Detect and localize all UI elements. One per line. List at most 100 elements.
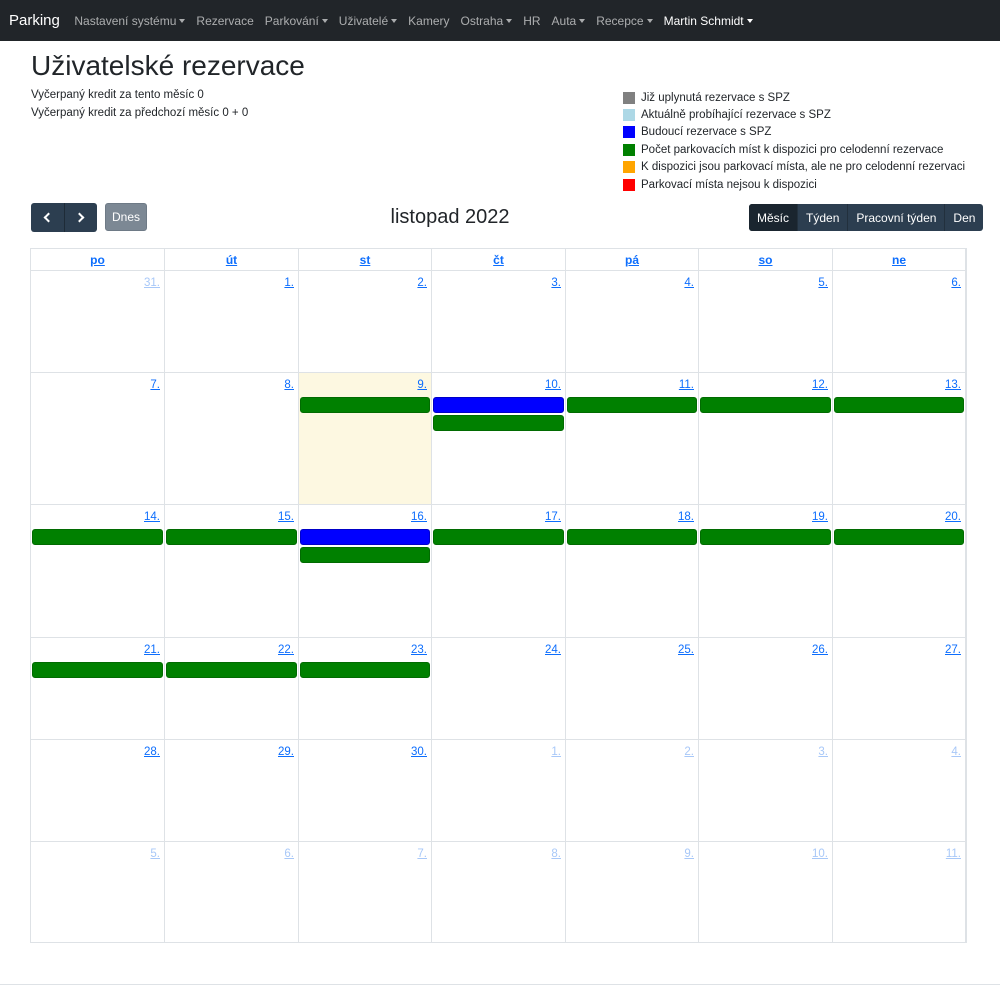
calendar-day[interactable]: 17. [432, 505, 566, 638]
nav-item-7[interactable]: Auta [546, 14, 591, 28]
day-number[interactable]: 22. [278, 644, 294, 656]
future-reservation-event[interactable] [300, 529, 430, 545]
day-number[interactable]: 28. [144, 746, 160, 758]
future-reservation-event[interactable] [433, 397, 564, 413]
calendar-day[interactable]: 26. [699, 638, 833, 740]
next-month-button[interactable] [63, 203, 98, 232]
day-number[interactable]: 3. [551, 277, 561, 289]
calendar-day[interactable]: 8. [432, 842, 566, 943]
calendar-day[interactable]: 10. [699, 842, 833, 943]
weekday-label[interactable]: ne [892, 253, 906, 267]
day-number[interactable]: 11. [946, 848, 961, 860]
day-number[interactable]: 9. [684, 848, 694, 860]
user-menu[interactable]: Martin Schmidt [658, 14, 758, 28]
calendar-day[interactable]: 15. [165, 505, 299, 638]
day-number[interactable]: 10. [812, 848, 828, 860]
day-number[interactable]: 7. [417, 848, 427, 860]
availability-event[interactable] [300, 397, 430, 413]
weekday-label[interactable]: so [758, 253, 772, 267]
availability-event[interactable] [834, 397, 964, 413]
nav-item-0[interactable]: Nastavení systému [69, 14, 191, 28]
day-number[interactable]: 5. [818, 277, 828, 289]
view-button-2[interactable]: Pracovní týden [847, 204, 944, 231]
day-number[interactable]: 30. [411, 746, 427, 758]
calendar-day[interactable]: 18. [566, 505, 699, 638]
calendar-day[interactable]: 6. [165, 842, 299, 943]
view-button-1[interactable]: Týden [797, 204, 847, 231]
today-button[interactable]: Dnes [105, 203, 147, 231]
calendar-day[interactable]: 3. [432, 271, 566, 373]
calendar-day[interactable]: 25. [566, 638, 699, 740]
availability-event[interactable] [300, 547, 430, 563]
availability-event[interactable] [433, 529, 564, 545]
prev-month-button[interactable] [31, 203, 64, 232]
calendar-day[interactable]: 1. [165, 271, 299, 373]
calendar-day[interactable]: 31. [31, 271, 165, 373]
day-number[interactable]: 29. [278, 746, 294, 758]
day-number[interactable]: 11. [679, 379, 694, 391]
calendar-day[interactable]: 1. [432, 740, 566, 842]
day-number[interactable]: 6. [951, 277, 961, 289]
brand-link[interactable]: Parking [9, 12, 60, 29]
day-number[interactable]: 25. [678, 644, 694, 656]
day-number[interactable]: 10. [545, 379, 561, 391]
calendar-day[interactable]: 6. [833, 271, 966, 373]
availability-event[interactable] [834, 529, 964, 545]
availability-event[interactable] [32, 529, 163, 545]
day-number[interactable]: 20. [945, 511, 961, 523]
calendar-day[interactable]: 21. [31, 638, 165, 740]
day-number[interactable]: 26. [812, 644, 828, 656]
day-number[interactable]: 2. [417, 277, 427, 289]
view-button-0[interactable]: Měsíc [749, 204, 798, 231]
nav-item-1[interactable]: Rezervace [191, 14, 259, 28]
calendar-day[interactable]: 16. [299, 505, 432, 638]
availability-event[interactable] [700, 397, 831, 413]
calendar-day[interactable]: 11. [833, 842, 966, 943]
day-number[interactable]: 27. [945, 644, 961, 656]
calendar-day[interactable]: 29. [165, 740, 299, 842]
calendar-day[interactable]: 4. [566, 271, 699, 373]
weekday-label[interactable]: po [90, 253, 105, 267]
weekday-label[interactable]: út [226, 253, 237, 267]
day-number[interactable]: 8. [551, 848, 561, 860]
day-number[interactable]: 24. [545, 644, 561, 656]
nav-item-8[interactable]: Recepce [591, 14, 658, 28]
availability-event[interactable] [700, 529, 831, 545]
day-number[interactable]: 15. [278, 511, 294, 523]
calendar-day[interactable]: 14. [31, 505, 165, 638]
calendar-day[interactable]: 8. [165, 373, 299, 505]
calendar-day[interactable]: 13. [833, 373, 966, 505]
day-number[interactable]: 21. [144, 644, 160, 656]
day-number[interactable]: 7. [150, 379, 160, 391]
calendar-day[interactable]: 9. [299, 373, 432, 505]
day-number[interactable]: 12. [812, 379, 828, 391]
calendar-day[interactable]: 7. [31, 373, 165, 505]
weekday-label[interactable]: čt [493, 253, 504, 267]
day-number[interactable]: 5. [150, 848, 160, 860]
weekday-label[interactable]: pá [625, 253, 639, 267]
availability-event[interactable] [166, 529, 297, 545]
nav-item-6[interactable]: HR [518, 14, 546, 28]
availability-event[interactable] [32, 662, 163, 678]
calendar-day[interactable]: 27. [833, 638, 966, 740]
day-number[interactable]: 13. [945, 379, 961, 391]
calendar-day[interactable]: 30. [299, 740, 432, 842]
calendar-day[interactable]: 4. [833, 740, 966, 842]
day-number[interactable]: 1. [551, 746, 561, 758]
availability-event[interactable] [166, 662, 297, 678]
day-number[interactable]: 4. [951, 746, 961, 758]
day-number[interactable]: 18. [678, 511, 694, 523]
calendar-day[interactable]: 20. [833, 505, 966, 638]
day-number[interactable]: 9. [417, 379, 427, 391]
availability-event[interactable] [567, 397, 697, 413]
day-number[interactable]: 8. [284, 379, 294, 391]
calendar-day[interactable]: 23. [299, 638, 432, 740]
calendar-day[interactable]: 2. [299, 271, 432, 373]
calendar-day[interactable]: 9. [566, 842, 699, 943]
calendar-day[interactable]: 10. [432, 373, 566, 505]
day-number[interactable]: 19. [812, 511, 828, 523]
calendar-day[interactable]: 7. [299, 842, 432, 943]
calendar-day[interactable]: 5. [699, 271, 833, 373]
day-number[interactable]: 23. [411, 644, 427, 656]
calendar-day[interactable]: 11. [566, 373, 699, 505]
